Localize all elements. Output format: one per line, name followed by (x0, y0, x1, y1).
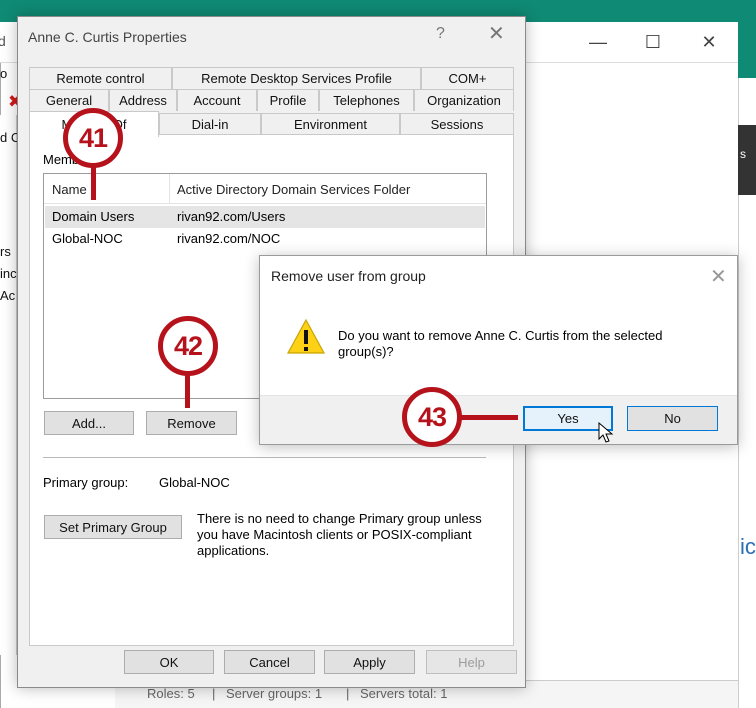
row-folder: rivan92.com/Users (177, 209, 286, 224)
status-separator: | (346, 686, 350, 701)
close-icon[interactable]: ✕ (488, 23, 505, 45)
background-dark-header: s (738, 125, 756, 195)
list-header: Name Active Directory Domain Services Fo… (44, 174, 486, 204)
background-text-fragment: rs (0, 244, 11, 259)
set-primary-group-button[interactable]: Set Primary Group (44, 515, 182, 539)
cancel-button[interactable]: Cancel (224, 650, 315, 674)
remove-button[interactable]: Remove (146, 411, 237, 435)
dialog-title: Remove user from group (271, 268, 426, 284)
tab-profile[interactable]: Profile (257, 89, 319, 111)
tab-dial-in[interactable]: Dial-in (159, 113, 261, 135)
tab-environment[interactable]: Environment (261, 113, 400, 135)
close-icon[interactable]: ✕ (686, 28, 732, 56)
background-text-fragment: inc (0, 266, 17, 281)
column-divider[interactable] (169, 174, 170, 204)
status-roles: Roles: 5 (147, 686, 195, 701)
tab-sessions[interactable]: Sessions (400, 113, 514, 135)
help-button[interactable]: Help (426, 650, 517, 674)
tab-address[interactable]: Address (109, 89, 177, 111)
primary-group-label: Primary group: (43, 475, 129, 490)
list-row[interactable]: Domain Users rivan92.com/Users (45, 206, 485, 228)
callout-41: 41 (63, 108, 123, 168)
row-name: Global-NOC (52, 231, 123, 246)
callout-42: 42 (158, 316, 218, 376)
close-icon[interactable]: ✕ (710, 264, 727, 289)
primary-group-value: Global-NOC (159, 475, 230, 490)
ok-button[interactable]: OK (124, 650, 214, 674)
apply-button[interactable]: Apply (324, 650, 415, 674)
background-left-panel (0, 115, 17, 655)
column-header-folder[interactable]: Active Directory Domain Services Folder (177, 182, 410, 197)
row-name: Domain Users (52, 209, 135, 224)
no-button[interactable]: No (627, 406, 718, 431)
status-server-groups: Server groups: 1 (226, 686, 323, 701)
tab-rds-profile[interactable]: Remote Desktop Services Profile (172, 67, 421, 89)
tab-com-plus[interactable]: COM+ (421, 67, 514, 89)
tab-telephones[interactable]: Telephones (319, 89, 414, 111)
background-link-fragment[interactable]: ice (740, 534, 756, 560)
separator (43, 457, 486, 458)
background-teal-edge (738, 0, 756, 78)
primary-group-note: There is no need to change Primary group… (197, 511, 482, 558)
dialog-title: Anne C. Curtis Properties (28, 29, 187, 45)
add-button[interactable]: Add... (44, 411, 134, 435)
background-title-fragment: d (0, 33, 6, 49)
status-servers-total: Servers total: 1 (360, 686, 448, 701)
mouse-cursor-icon (598, 422, 614, 443)
row-folder: rivan92.com/NOC (177, 231, 281, 246)
list-row[interactable]: Global-NOC rivan92.com/NOC (45, 228, 485, 250)
tab-remote-control[interactable]: Remote control (29, 67, 172, 89)
maximize-icon[interactable]: ☐ (630, 28, 676, 56)
confirm-message: Do you want to remove Anne C. Curtis fro… (338, 328, 663, 359)
background-menu-fragment: o (0, 66, 8, 81)
column-header-name[interactable]: Name (52, 182, 87, 197)
status-separator: | (212, 686, 216, 701)
tab-account[interactable]: Account (177, 89, 257, 111)
callout-43: 43 (402, 387, 462, 447)
background-text-fragment: Ac (0, 288, 16, 303)
tab-organization[interactable]: Organization (414, 89, 514, 111)
warning-icon (286, 318, 326, 354)
minimize-icon[interactable]: — (575, 28, 621, 56)
help-icon[interactable]: ? (436, 25, 445, 43)
